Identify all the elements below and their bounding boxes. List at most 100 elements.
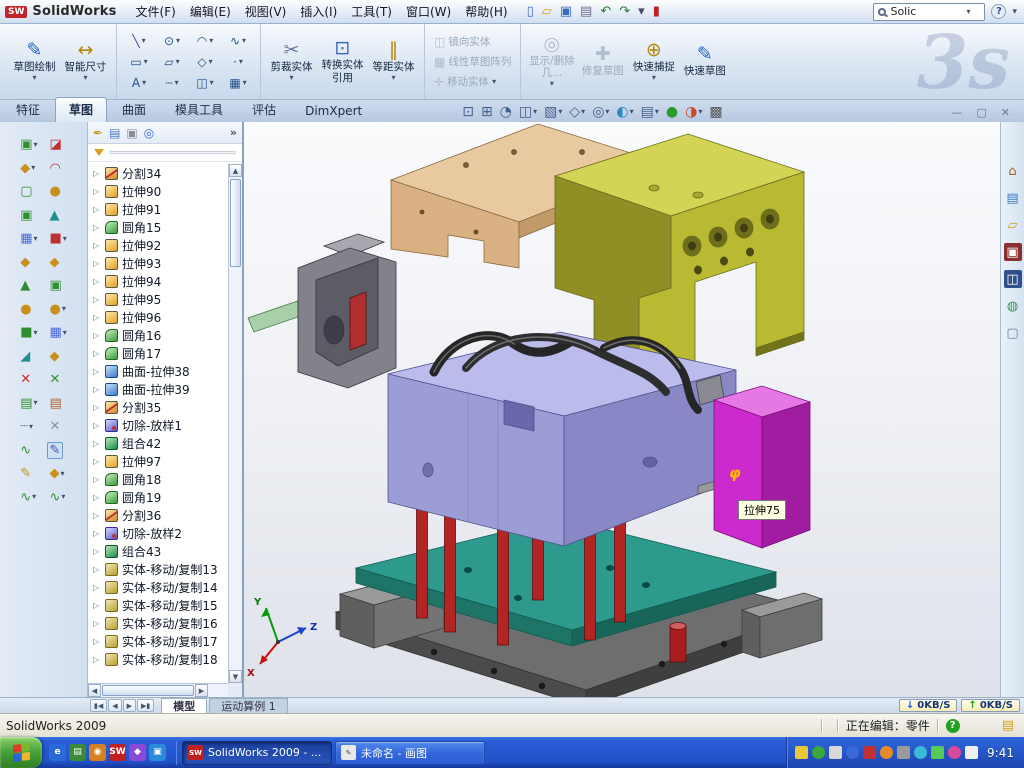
tool-mirror-small[interactable]: ◫▾ [189,73,221,93]
expander-icon[interactable]: ▷ [93,493,101,502]
internet-explorer-icon[interactable]: e [49,744,66,761]
search-box[interactable]: ▾ [873,3,985,21]
left-tool-icon[interactable]: ▤▾ [17,395,40,412]
tool-point[interactable]: ·▾ [222,52,254,72]
tray-icon[interactable] [897,746,910,759]
menu-item[interactable]: 窗口(W) [399,3,458,21]
scroll-left-icon[interactable]: ◀ [88,684,101,697]
tool-rectangle[interactable]: ▭▾ [123,52,155,72]
tray-icon[interactable] [829,746,842,759]
scroll-right-icon[interactable]: ▶ [195,684,208,697]
feature-item[interactable]: ▷拉伸91 [88,200,228,218]
document-recovery-icon[interactable]: ▢ [1004,324,1022,342]
command-convert-entities[interactable]: ⊡转换实体引用 [318,28,367,96]
expander-icon[interactable]: ▷ [93,169,101,178]
status-note-icon[interactable]: ▤ [1002,718,1014,733]
left-tool-icon[interactable]: ✕ [47,371,64,388]
start-button[interactable] [0,737,42,768]
tool-polygon[interactable]: ◇▾ [189,52,221,72]
feature-item[interactable]: ▷分割36 [88,506,228,524]
left-tool-icon[interactable]: ◪ [47,136,65,153]
apply-scene-icon[interactable]: ▤▾ [641,105,659,119]
minimize-button[interactable]: — [951,107,962,118]
print-icon[interactable]: ▤ [578,4,594,19]
left-tool-icon[interactable]: ◆ [17,254,33,271]
view-orientation-icon[interactable]: ▧▾ [544,105,562,119]
command-display-delete-relations[interactable]: ◎显示/删除几...▾ [527,28,576,96]
expander-icon[interactable]: ▷ [93,403,101,412]
tab-特征[interactable]: 特征 [2,97,54,122]
tree-vertical-scrollbar[interactable]: ▲ ▼ [228,164,242,683]
tool-pattern-small[interactable]: ▦▾ [222,73,254,93]
edit-appearance-icon[interactable]: ◐▾ [616,105,633,119]
vcr-button[interactable]: ▮◀ [90,699,107,712]
record-icon[interactable]: ▮ [651,4,662,19]
taskbar-task[interactable]: ✎未命名 - 画图 [335,741,485,765]
display-style-icon[interactable]: ◇▾ [569,105,585,119]
feature-item[interactable]: ▷圆角15 [88,218,228,236]
feature-item[interactable]: ▷切除-放样1 [88,416,228,434]
left-tool-icon[interactable]: ▤ [47,395,65,412]
expander-icon[interactable]: ▷ [93,547,101,556]
command-move-entities[interactable]: ✛移动实体▾ [431,72,514,91]
undo-icon[interactable]: ↶ [598,4,613,19]
search-dropdown-icon[interactable]: ▾ [966,8,970,16]
checker-icon[interactable]: ▩ [709,105,722,119]
redo-icon[interactable]: ↷ [617,4,632,19]
dimxpert-manager-tab-icon[interactable]: ◎ [144,127,154,139]
options-dropdown-icon[interactable]: ▾ [636,4,647,19]
media-player-icon[interactable]: ◉ [89,744,106,761]
left-tool-icon[interactable]: ◠ [47,160,64,177]
expander-icon[interactable]: ▷ [93,187,101,196]
tray-icon[interactable] [863,746,876,759]
scrollbar-thumb[interactable] [230,179,241,267]
feature-item[interactable]: ▷拉伸97 [88,452,228,470]
menu-item[interactable]: 视图(V) [238,3,294,21]
scroll-up-icon[interactable]: ▲ [229,164,242,177]
left-tool-icon[interactable]: ∿▾ [17,489,39,506]
part-side-block[interactable]: φ [714,386,810,548]
vcr-button[interactable]: ▶ [123,699,136,712]
taskbar-clock[interactable]: 9:41 [987,746,1014,760]
command-quick-snaps[interactable]: ⊕快速捕捉▾ [629,28,678,96]
command-repair-sketch[interactable]: ✚修复草图 [578,28,627,96]
feature-item[interactable]: ▷拉伸95 [88,290,228,308]
tool-centerline[interactable]: ┄▾ [156,73,188,93]
left-tool-icon[interactable]: ▢ [17,183,35,200]
left-tool-icon[interactable]: ✕ [17,371,34,388]
quicklaunch-icon-5[interactable]: ◆ [129,744,146,761]
feature-item[interactable]: ▷实体-移动/复制15 [88,596,228,614]
command-mirror-entities[interactable]: ◫镜向实体 [431,32,514,51]
tray-icon[interactable] [812,746,825,759]
feature-item[interactable]: ▷拉伸90 [88,182,228,200]
left-tool-icon[interactable]: ◆▾ [17,160,38,177]
expander-icon[interactable]: ▷ [93,223,101,232]
solidworks-resources-icon[interactable]: ⌂ [1004,162,1022,180]
tab-曲面[interactable]: 曲面 [108,97,160,122]
file-explorer-icon[interactable]: ▱ [1004,216,1022,234]
left-tool-icon[interactable]: ◆ [47,254,63,271]
configuration-manager-tab-icon[interactable]: ▣ [126,127,137,139]
zoom-area-icon[interactable]: ⊞ [481,105,493,119]
left-tool-icon[interactable]: ●▾ [47,301,69,318]
feature-item[interactable]: ▷分割34 [88,164,228,182]
feature-item[interactable]: ▷拉伸93 [88,254,228,272]
save-icon[interactable]: ▣ [558,4,574,19]
solidworks-quicklaunch-icon[interactable]: SW [109,744,126,761]
left-tool-icon[interactable]: ▣▾ [17,136,40,153]
left-tool-icon[interactable]: ▦▾ [17,230,40,247]
custom-properties-icon[interactable]: ◍ [1004,297,1022,315]
left-tool-icon[interactable]: ● [47,183,64,200]
tray-icon[interactable] [914,746,927,759]
feature-item[interactable]: ▷实体-移动/复制16 [88,614,228,632]
help-icon[interactable]: ? [991,4,1006,19]
expander-icon[interactable]: ▷ [93,313,101,322]
close-button[interactable]: ✕ [1001,107,1010,118]
feature-item[interactable]: ▷拉伸92 [88,236,228,254]
feature-item[interactable]: ▷圆角19 [88,488,228,506]
left-tool-icon[interactable]: ┄▾ [17,418,36,435]
feature-item[interactable]: ▷实体-移动/复制18 [88,650,228,668]
vcr-button[interactable]: ▶▮ [137,699,154,712]
tab-评估[interactable]: 评估 [238,97,290,122]
part-red-cylinder[interactable] [670,623,686,663]
